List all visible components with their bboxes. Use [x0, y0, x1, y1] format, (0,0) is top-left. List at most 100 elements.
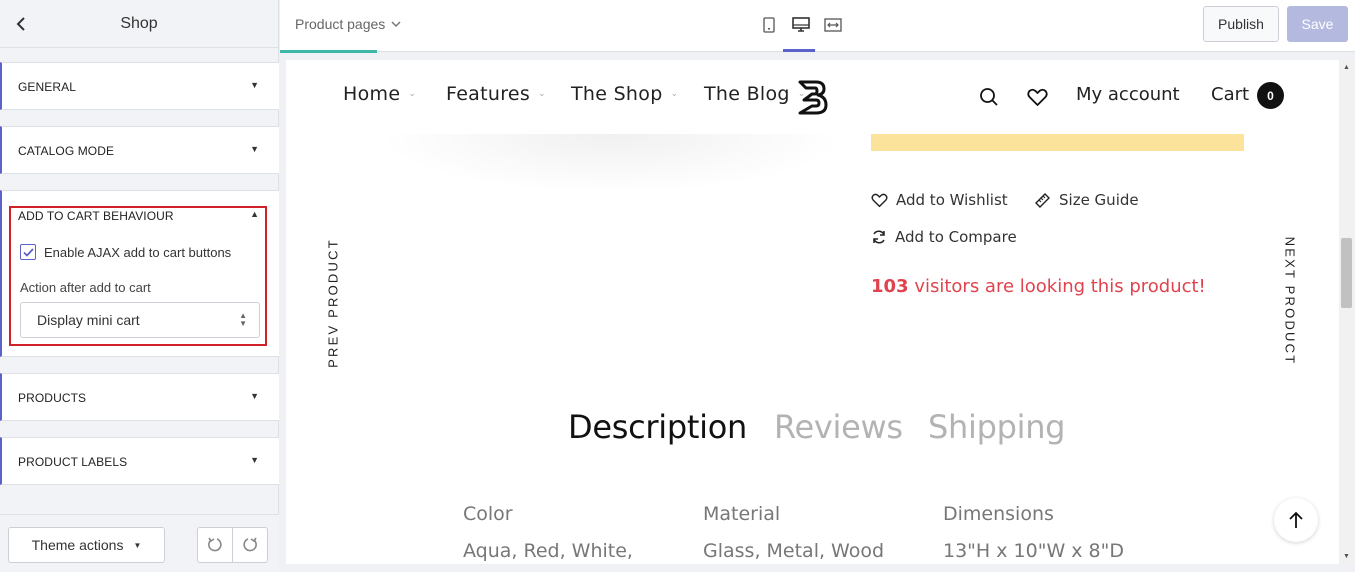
site-preview: Home ⌄ Features ⌄ The Shop ⌄ The Blog ⌄ … [286, 60, 1339, 564]
nav-features[interactable]: Features ⌄ [446, 83, 546, 105]
theme-actions-button[interactable]: Theme actions ▼ [8, 527, 165, 563]
prev-product-label: PREV PRODUCT [325, 238, 341, 368]
nav-blog[interactable]: The Blog ⌄ [704, 83, 806, 105]
section-general-title: GENERAL [18, 80, 77, 94]
attr-dimensions-value: 13"H x 10"W x 8"D [943, 540, 1125, 562]
heart-icon [871, 193, 888, 207]
ajax-checkbox-label: Enable AJAX add to cart buttons [44, 244, 232, 260]
attr-color-value: Aqua, Red, White, [463, 540, 633, 562]
size-guide-label: Size Guide [1059, 191, 1139, 209]
page-selector-underline [280, 50, 377, 53]
section-add-to-cart-behaviour: ADD TO CART BEHAVIOUR ▲ Enable AJAX add … [0, 190, 279, 357]
mobile-icon [763, 17, 775, 33]
site-navbar: Home ⌄ Features ⌄ The Shop ⌄ The Blog ⌄ … [286, 60, 1339, 134]
search-icon[interactable] [977, 85, 1001, 109]
action-after-add-select[interactable]: Display mini cart ▲ ▼ [20, 302, 260, 338]
save-button[interactable]: Save [1287, 6, 1348, 42]
page-selector[interactable]: Product pages [295, 16, 401, 32]
device-switcher [758, 14, 844, 36]
add-to-wishlist-link[interactable]: Add to Wishlist [871, 191, 1008, 209]
visitors-count: 103 [871, 276, 909, 297]
desktop-view-button[interactable] [790, 14, 812, 36]
section-product-labels-title: PRODUCT LABELS [18, 455, 128, 469]
attr-color-heading: Color [463, 503, 513, 525]
brand-logo[interactable] [794, 78, 830, 116]
customizer-sidebar: Shop GENERAL ▼ CATALOG MODE ▼ ADD TO CAR… [0, 0, 279, 572]
action-after-add-label: Action after add to cart [20, 280, 151, 295]
scroll-to-top-button[interactable] [1274, 498, 1318, 542]
arrow-up-icon [1289, 511, 1303, 528]
size-guide-link[interactable]: Size Guide [1034, 191, 1139, 209]
caret-down-icon: ▼ [250, 80, 259, 90]
nav-shop-label: The Shop [571, 83, 663, 105]
tab-shipping[interactable]: Shipping [928, 408, 1066, 446]
caret-down-icon: ▼ [250, 455, 259, 465]
next-product-link[interactable]: NEXT PRODUCT [1278, 234, 1302, 368]
scrollbar-thumb[interactable] [1341, 238, 1352, 308]
sidebar-footer: Theme actions ▼ [0, 514, 279, 572]
section-products-title: PRODUCTS [18, 391, 87, 405]
nav-blog-label: The Blog [704, 83, 790, 105]
product-tabs: Description Reviews Shipping [286, 408, 1339, 452]
scroll-down-icon[interactable]: ▼ [1343, 553, 1350, 560]
add-to-compare-label: Add to Compare [895, 228, 1017, 246]
section-product-labels[interactable]: PRODUCT LABELS ▼ [0, 437, 279, 485]
chevron-down-icon [391, 20, 401, 27]
preview-scrollbar[interactable]: ▲ ▼ [1339, 60, 1355, 564]
nav-home-label: Home [343, 83, 401, 105]
redo-icon [243, 537, 257, 552]
page-selector-label: Product pages [295, 16, 386, 32]
undo-redo-group [197, 527, 268, 563]
sidebar-header: Shop [0, 0, 278, 48]
fullwidth-icon [824, 18, 842, 32]
section-catalog-mode-title: CATALOG MODE [18, 144, 115, 158]
nav-features-label: Features [446, 83, 531, 105]
my-account-link[interactable]: My account [1076, 84, 1180, 105]
sidebar-title: Shop [120, 14, 158, 32]
cart-link[interactable]: Cart [1211, 84, 1249, 105]
chevron-down-icon: ⌄ [408, 89, 417, 99]
undo-button[interactable] [198, 528, 232, 562]
tab-description[interactable]: Description [568, 408, 747, 446]
redo-button[interactable] [232, 528, 267, 562]
mobile-view-button[interactable] [758, 14, 780, 36]
attr-material-value: Glass, Metal, Wood [703, 540, 885, 562]
select-arrows-icon: ▲ ▼ [239, 311, 247, 328]
publish-button[interactable]: Publish [1203, 6, 1279, 42]
prev-product-link[interactable]: PREV PRODUCT [321, 236, 345, 370]
attr-material-heading: Material [703, 503, 781, 525]
section-general[interactable]: GENERAL ▼ [0, 62, 279, 110]
tab-reviews[interactable]: Reviews [774, 408, 903, 446]
section-products[interactable]: PRODUCTS ▼ [0, 373, 279, 421]
theme-actions-label: Theme actions [31, 537, 124, 553]
product-image-shadow [376, 134, 846, 194]
nav-home[interactable]: Home ⌄ [343, 83, 416, 105]
ajax-checkbox[interactable] [20, 244, 36, 260]
attr-dimensions-heading: Dimensions [943, 503, 1054, 525]
next-product-label: NEXT PRODUCT [1282, 236, 1298, 366]
caret-down-icon: ▼ [250, 391, 259, 401]
caret-down-icon: ▼ [133, 540, 142, 550]
fullwidth-view-button[interactable] [822, 14, 844, 36]
section-add-to-cart-title[interactable]: ADD TO CART BEHAVIOUR [18, 209, 174, 223]
ajax-checkbox-row[interactable]: Enable AJAX add to cart buttons [20, 244, 231, 260]
scroll-up-icon[interactable]: ▲ [1343, 64, 1350, 71]
chevron-down-icon: ⌄ [670, 89, 679, 99]
top-toolbar: Product pages Publish Save [280, 0, 1355, 53]
add-to-compare-link[interactable]: Add to Compare [871, 228, 1017, 246]
section-catalog-mode[interactable]: CATALOG MODE ▼ [0, 126, 279, 174]
action-after-add-value: Display mini cart [37, 312, 140, 328]
visitors-text: visitors are looking this product! [914, 276, 1206, 297]
ruler-icon [1035, 192, 1050, 208]
desktop-icon [792, 17, 810, 32]
chevron-down-icon: ⌄ [538, 89, 546, 99]
heart-icon[interactable] [1025, 85, 1049, 109]
promo-bar [871, 134, 1244, 151]
back-icon[interactable] [12, 14, 30, 34]
nav-shop[interactable]: The Shop ⌄ [571, 83, 678, 105]
add-to-wishlist-label: Add to Wishlist [896, 191, 1008, 209]
device-active-indicator [783, 49, 815, 52]
caret-up-icon[interactable]: ▲ [250, 209, 259, 219]
visitors-notice: 103 visitors are looking this product! [871, 276, 1206, 297]
refresh-icon [873, 230, 885, 244]
